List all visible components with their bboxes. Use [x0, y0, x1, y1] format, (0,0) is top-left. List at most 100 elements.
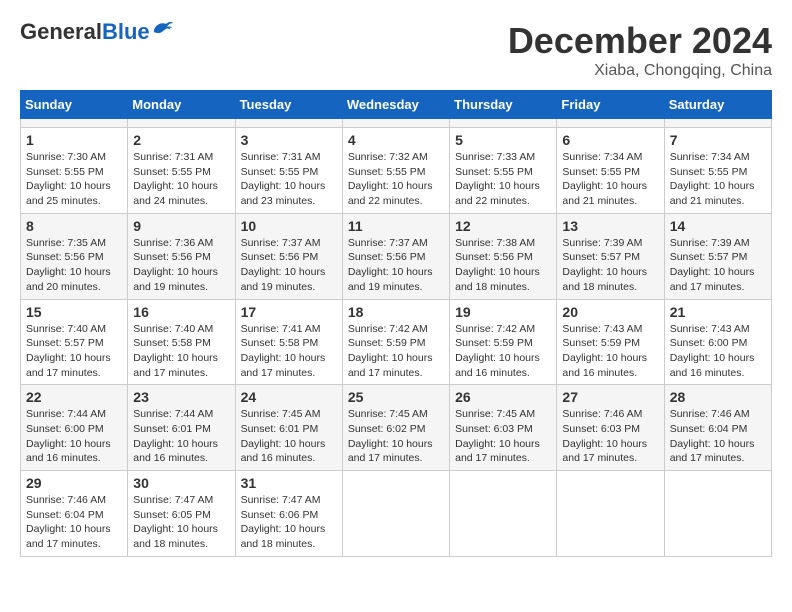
day-number: 25 — [348, 389, 444, 405]
calendar-cell: 21 Sunrise: 7:43 AM Sunset: 6:00 PM Dayli… — [664, 299, 771, 385]
col-monday: Monday — [128, 91, 235, 119]
day-info: Sunrise: 7:42 AM Sunset: 5:59 PM Dayligh… — [455, 322, 551, 381]
calendar-cell: 4 Sunrise: 7:32 AM Sunset: 5:55 PM Daylig… — [342, 128, 449, 214]
day-info: Sunrise: 7:39 AM Sunset: 5:57 PM Dayligh… — [562, 236, 658, 295]
day-number: 3 — [241, 132, 337, 148]
calendar-week-row: 22Sunrise: 7:44 AM Sunset: 6:00 PM Dayli… — [21, 385, 772, 471]
calendar-cell: 9Sunrise: 7:36 AM Sunset: 5:56 PM Daylig… — [128, 213, 235, 299]
calendar-cell: 5 Sunrise: 7:33 AM Sunset: 5:55 PM Daylig… — [450, 128, 557, 214]
day-info: Sunrise: 7:45 AM Sunset: 6:01 PM Dayligh… — [241, 407, 337, 466]
day-info: Sunrise: 7:37 AM Sunset: 5:56 PM Dayligh… — [348, 236, 444, 295]
day-info: Sunrise: 7:45 AM Sunset: 6:03 PM Dayligh… — [455, 407, 551, 466]
day-number: 4 — [348, 132, 444, 148]
calendar-week-row: 15Sunrise: 7:40 AM Sunset: 5:57 PM Dayli… — [21, 299, 772, 385]
calendar-cell — [21, 119, 128, 128]
day-number: 19 — [455, 304, 551, 320]
day-info: Sunrise: 7:41 AM Sunset: 5:58 PM Dayligh… — [241, 322, 337, 381]
calendar-cell: 19 Sunrise: 7:42 AM Sunset: 5:59 PM Dayli… — [450, 299, 557, 385]
day-info: Sunrise: 7:35 AM Sunset: 5:56 PM Dayligh… — [26, 236, 122, 295]
logo: GeneralBlue — [20, 20, 174, 44]
calendar-cell: 27 Sunrise: 7:46 AM Sunset: 6:03 PM Dayli… — [557, 385, 664, 471]
calendar-week-row: 1 Sunrise: 7:30 AM Sunset: 5:55 PM Daylig… — [21, 128, 772, 214]
day-number: 17 — [241, 304, 337, 320]
calendar-cell: 8 Sunrise: 7:35 AM Sunset: 5:56 PM Daylig… — [21, 213, 128, 299]
day-number: 27 — [562, 389, 658, 405]
day-number: 1 — [26, 132, 122, 148]
calendar-cell: 15Sunrise: 7:40 AM Sunset: 5:57 PM Dayli… — [21, 299, 128, 385]
calendar-cell: 2Sunrise: 7:31 AM Sunset: 5:55 PM Daylig… — [128, 128, 235, 214]
calendar-cell: 31 Sunrise: 7:47 AM Sunset: 6:06 PM Dayli… — [235, 471, 342, 557]
day-number: 24 — [241, 389, 337, 405]
calendar-cell: 29Sunrise: 7:46 AM Sunset: 6:04 PM Dayli… — [21, 471, 128, 557]
calendar-cell: 20Sunrise: 7:43 AM Sunset: 5:59 PM Dayli… — [557, 299, 664, 385]
col-wednesday: Wednesday — [342, 91, 449, 119]
calendar-cell: 16 Sunrise: 7:40 AM Sunset: 5:58 PM Dayli… — [128, 299, 235, 385]
day-info: Sunrise: 7:46 AM Sunset: 6:03 PM Dayligh… — [562, 407, 658, 466]
col-sunday: Sunday — [21, 91, 128, 119]
day-info: Sunrise: 7:31 AM Sunset: 5:55 PM Dayligh… — [241, 150, 337, 209]
day-info: Sunrise: 7:40 AM Sunset: 5:57 PM Dayligh… — [26, 322, 122, 381]
calendar-cell: 1 Sunrise: 7:30 AM Sunset: 5:55 PM Daylig… — [21, 128, 128, 214]
day-info: Sunrise: 7:32 AM Sunset: 5:55 PM Dayligh… — [348, 150, 444, 209]
day-number: 16 — [133, 304, 229, 320]
day-number: 26 — [455, 389, 551, 405]
calendar-cell: 18 Sunrise: 7:42 AM Sunset: 5:59 PM Dayli… — [342, 299, 449, 385]
calendar-cell: 26 Sunrise: 7:45 AM Sunset: 6:03 PM Dayli… — [450, 385, 557, 471]
day-info: Sunrise: 7:30 AM Sunset: 5:55 PM Dayligh… — [26, 150, 122, 209]
day-info: Sunrise: 7:39 AM Sunset: 5:57 PM Dayligh… — [670, 236, 766, 295]
day-info: Sunrise: 7:47 AM Sunset: 6:05 PM Dayligh… — [133, 493, 229, 552]
calendar-cell: 12Sunrise: 7:38 AM Sunset: 5:56 PM Dayli… — [450, 213, 557, 299]
day-number: 12 — [455, 218, 551, 234]
day-number: 2 — [133, 132, 229, 148]
day-number: 28 — [670, 389, 766, 405]
day-number: 23 — [133, 389, 229, 405]
day-number: 5 — [455, 132, 551, 148]
day-info: Sunrise: 7:46 AM Sunset: 6:04 PM Dayligh… — [670, 407, 766, 466]
calendar-cell: 13 Sunrise: 7:39 AM Sunset: 5:57 PM Dayli… — [557, 213, 664, 299]
calendar-cell: 11 Sunrise: 7:37 AM Sunset: 5:56 PM Dayli… — [342, 213, 449, 299]
day-info: Sunrise: 7:34 AM Sunset: 5:55 PM Dayligh… — [562, 150, 658, 209]
day-info: Sunrise: 7:33 AM Sunset: 5:55 PM Dayligh… — [455, 150, 551, 209]
day-number: 30 — [133, 475, 229, 491]
day-info: Sunrise: 7:47 AM Sunset: 6:06 PM Dayligh… — [241, 493, 337, 552]
calendar-cell — [128, 119, 235, 128]
day-number: 31 — [241, 475, 337, 491]
day-info: Sunrise: 7:43 AM Sunset: 6:00 PM Dayligh… — [670, 322, 766, 381]
day-number: 11 — [348, 218, 444, 234]
day-number: 13 — [562, 218, 658, 234]
calendar-cell: 25 Sunrise: 7:45 AM Sunset: 6:02 PM Dayli… — [342, 385, 449, 471]
day-number: 9 — [133, 218, 229, 234]
day-info: Sunrise: 7:45 AM Sunset: 6:02 PM Dayligh… — [348, 407, 444, 466]
title-block: December 2024 Xiaba, Chongqing, China — [508, 20, 772, 80]
calendar-week-row: 29Sunrise: 7:46 AM Sunset: 6:04 PM Dayli… — [21, 471, 772, 557]
col-tuesday: Tuesday — [235, 91, 342, 119]
calendar-week-row — [21, 119, 772, 128]
location: Xiaba, Chongqing, China — [508, 62, 772, 80]
day-number: 18 — [348, 304, 444, 320]
day-number: 6 — [562, 132, 658, 148]
calendar-cell — [557, 119, 664, 128]
calendar-cell: 17 Sunrise: 7:41 AM Sunset: 5:58 PM Dayli… — [235, 299, 342, 385]
calendar-cell — [450, 119, 557, 128]
day-number: 20 — [562, 304, 658, 320]
day-info: Sunrise: 7:44 AM Sunset: 6:00 PM Dayligh… — [26, 407, 122, 466]
day-info: Sunrise: 7:42 AM Sunset: 5:59 PM Dayligh… — [348, 322, 444, 381]
bird-icon — [152, 20, 174, 38]
day-info: Sunrise: 7:37 AM Sunset: 5:56 PM Dayligh… — [241, 236, 337, 295]
calendar-cell: 14Sunrise: 7:39 AM Sunset: 5:57 PM Dayli… — [664, 213, 771, 299]
day-number: 8 — [26, 218, 122, 234]
calendar-cell: 30 Sunrise: 7:47 AM Sunset: 6:05 PM Dayli… — [128, 471, 235, 557]
day-number: 21 — [670, 304, 766, 320]
calendar-cell — [450, 471, 557, 557]
col-thursday: Thursday — [450, 91, 557, 119]
day-number: 29 — [26, 475, 122, 491]
day-info: Sunrise: 7:44 AM Sunset: 6:01 PM Dayligh… — [133, 407, 229, 466]
calendar-cell: 3 Sunrise: 7:31 AM Sunset: 5:55 PM Daylig… — [235, 128, 342, 214]
day-info: Sunrise: 7:40 AM Sunset: 5:58 PM Dayligh… — [133, 322, 229, 381]
calendar-cell — [235, 119, 342, 128]
calendar-header-row: Sunday Monday Tuesday Wednesday Thursday… — [21, 91, 772, 119]
logo-text: GeneralBlue — [20, 21, 150, 43]
calendar-cell: 10Sunrise: 7:37 AM Sunset: 5:56 PM Dayli… — [235, 213, 342, 299]
calendar-cell: 7Sunrise: 7:34 AM Sunset: 5:55 PM Daylig… — [664, 128, 771, 214]
calendar-cell — [557, 471, 664, 557]
